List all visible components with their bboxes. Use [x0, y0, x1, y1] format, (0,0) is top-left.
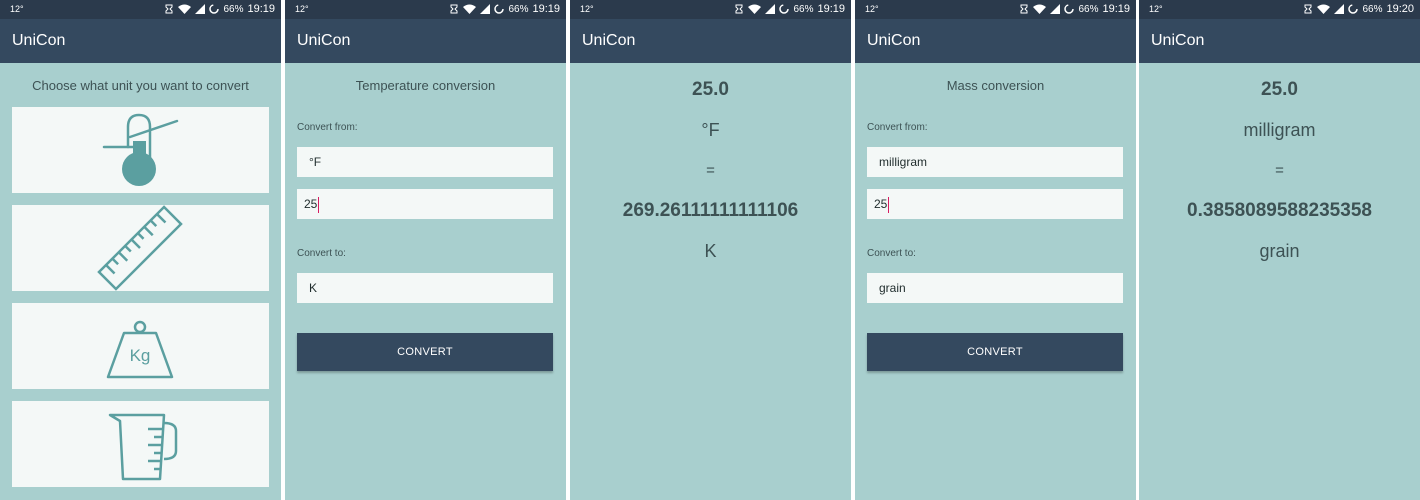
- measuring-cup-icon: [108, 413, 178, 481]
- from-unit-value: milligram: [879, 155, 927, 169]
- page-title: Mass conversion: [946, 78, 1045, 93]
- signal-icon: [195, 4, 206, 14]
- wifi-icon: [748, 4, 762, 14]
- battery-percent: 66%: [223, 3, 244, 15]
- input-unit: milligram: [1243, 120, 1316, 140]
- to-unit-select[interactable]: K: [297, 273, 553, 303]
- result-value: 269.26111111111106: [622, 200, 799, 221]
- alarm-icon: [164, 4, 174, 14]
- value-input-text: 25: [304, 197, 318, 211]
- status-temperature: 12°: [580, 4, 594, 14]
- mass-screen: 12° 66% 19:19 UniCon Mass conversion Con…: [855, 0, 1136, 500]
- to-unit-select[interactable]: grain: [867, 273, 1123, 303]
- battery-icon: [494, 4, 505, 14]
- page-title: Temperature conversion: [355, 78, 496, 93]
- app-title: UniCon: [1151, 32, 1205, 49]
- text-caret: [318, 196, 320, 213]
- app-bar: UniCon: [855, 19, 1136, 63]
- battery-icon: [1348, 4, 1359, 14]
- result-unit: grain: [1259, 241, 1300, 261]
- from-unit-value: °F: [309, 155, 322, 169]
- page-title: Choose what unit you want to convert: [32, 78, 249, 93]
- wifi-icon: [1317, 4, 1331, 14]
- equals-sign: =: [1275, 162, 1284, 179]
- temperature-screen: 12° 66% 19:19 UniCon Temperature convers…: [285, 0, 566, 500]
- convert-from-label: Convert from:: [867, 122, 928, 133]
- input-unit: °F: [701, 120, 720, 140]
- status-temperature: 12°: [295, 4, 309, 14]
- clock: 19:19: [247, 3, 275, 15]
- status-temperature: 12°: [1149, 4, 1163, 14]
- battery-percent: 66%: [508, 3, 529, 15]
- from-unit-select[interactable]: milligram: [867, 147, 1123, 177]
- signal-icon: [480, 4, 491, 14]
- convert-to-label: Convert to:: [297, 248, 346, 259]
- battery-percent: 66%: [1362, 3, 1383, 15]
- battery-icon: [779, 4, 790, 14]
- battery-percent: 66%: [793, 3, 814, 15]
- to-unit-value: K: [309, 281, 318, 295]
- wifi-icon: [178, 4, 192, 14]
- app-bar: UniCon: [0, 19, 281, 63]
- clock: 19:20: [1386, 3, 1414, 15]
- signal-icon: [765, 4, 776, 14]
- status-bar: 12° 66% 19:19: [0, 0, 281, 19]
- status-bar: 12° 66% 19:19: [855, 0, 1136, 19]
- status-temperature: 12°: [865, 4, 879, 14]
- status-temperature: 12°: [10, 4, 24, 14]
- input-value: 25.0: [692, 79, 729, 100]
- app-title: UniCon: [582, 32, 636, 49]
- convert-button[interactable]: CONVERT: [297, 333, 553, 371]
- status-bar: 12° 66% 19:19: [570, 0, 851, 19]
- thermometer-icon: [102, 113, 179, 186]
- text-caret: [888, 196, 890, 213]
- app-bar: UniCon: [570, 19, 851, 63]
- battery-icon: [209, 4, 220, 14]
- weight-icon-label: Kg: [130, 346, 151, 365]
- mass-card[interactable]: Kg: [12, 303, 269, 389]
- temperature-result-screen: 12° 66% 19:19 UniCon 25.0 °F = 269.26111…: [570, 0, 851, 500]
- alarm-icon: [1303, 4, 1313, 14]
- equals-sign: =: [706, 162, 715, 179]
- to-unit-value: grain: [879, 281, 906, 295]
- alarm-icon: [1019, 4, 1029, 14]
- weight-icon: Kg: [106, 320, 174, 379]
- convert-button[interactable]: CONVERT: [867, 333, 1123, 371]
- mass-result-screen: 12° 66% 19:20 UniCon 25.0 milligram = 0.…: [1139, 0, 1420, 500]
- app-bar: UniCon: [1139, 19, 1420, 63]
- result-value: 0.3858089588235358: [1187, 200, 1372, 221]
- value-input-text: 25: [874, 197, 888, 211]
- length-card[interactable]: [12, 205, 269, 291]
- clock: 19:19: [817, 3, 845, 15]
- battery-icon: [1064, 4, 1075, 14]
- value-input[interactable]: 25: [297, 189, 553, 219]
- wifi-icon: [1033, 4, 1047, 14]
- app-title: UniCon: [297, 32, 351, 49]
- ruler-icon: [97, 205, 183, 291]
- clock: 19:19: [532, 3, 560, 15]
- app-bar: UniCon: [285, 19, 566, 63]
- battery-percent: 66%: [1078, 3, 1099, 15]
- value-input[interactable]: 25: [867, 189, 1123, 219]
- signal-icon: [1334, 4, 1345, 14]
- volume-card[interactable]: [12, 401, 269, 487]
- app-title: UniCon: [12, 32, 66, 49]
- clock: 19:19: [1102, 3, 1130, 15]
- convert-to-label: Convert to:: [867, 248, 916, 259]
- home-screen: 12° 66% 19:19 UniCon Choose what unit yo…: [0, 0, 281, 500]
- convert-from-label: Convert from:: [297, 122, 358, 133]
- alarm-icon: [734, 4, 744, 14]
- status-bar: 12° 66% 19:19: [285, 0, 566, 19]
- status-bar: 12° 66% 19:20: [1139, 0, 1420, 19]
- wifi-icon: [463, 4, 477, 14]
- alarm-icon: [449, 4, 459, 14]
- app-title: UniCon: [867, 32, 921, 49]
- input-value: 25.0: [1261, 79, 1298, 100]
- signal-icon: [1050, 4, 1061, 14]
- from-unit-select[interactable]: °F: [297, 147, 553, 177]
- temperature-card[interactable]: [12, 107, 269, 193]
- result-unit: K: [704, 241, 717, 261]
